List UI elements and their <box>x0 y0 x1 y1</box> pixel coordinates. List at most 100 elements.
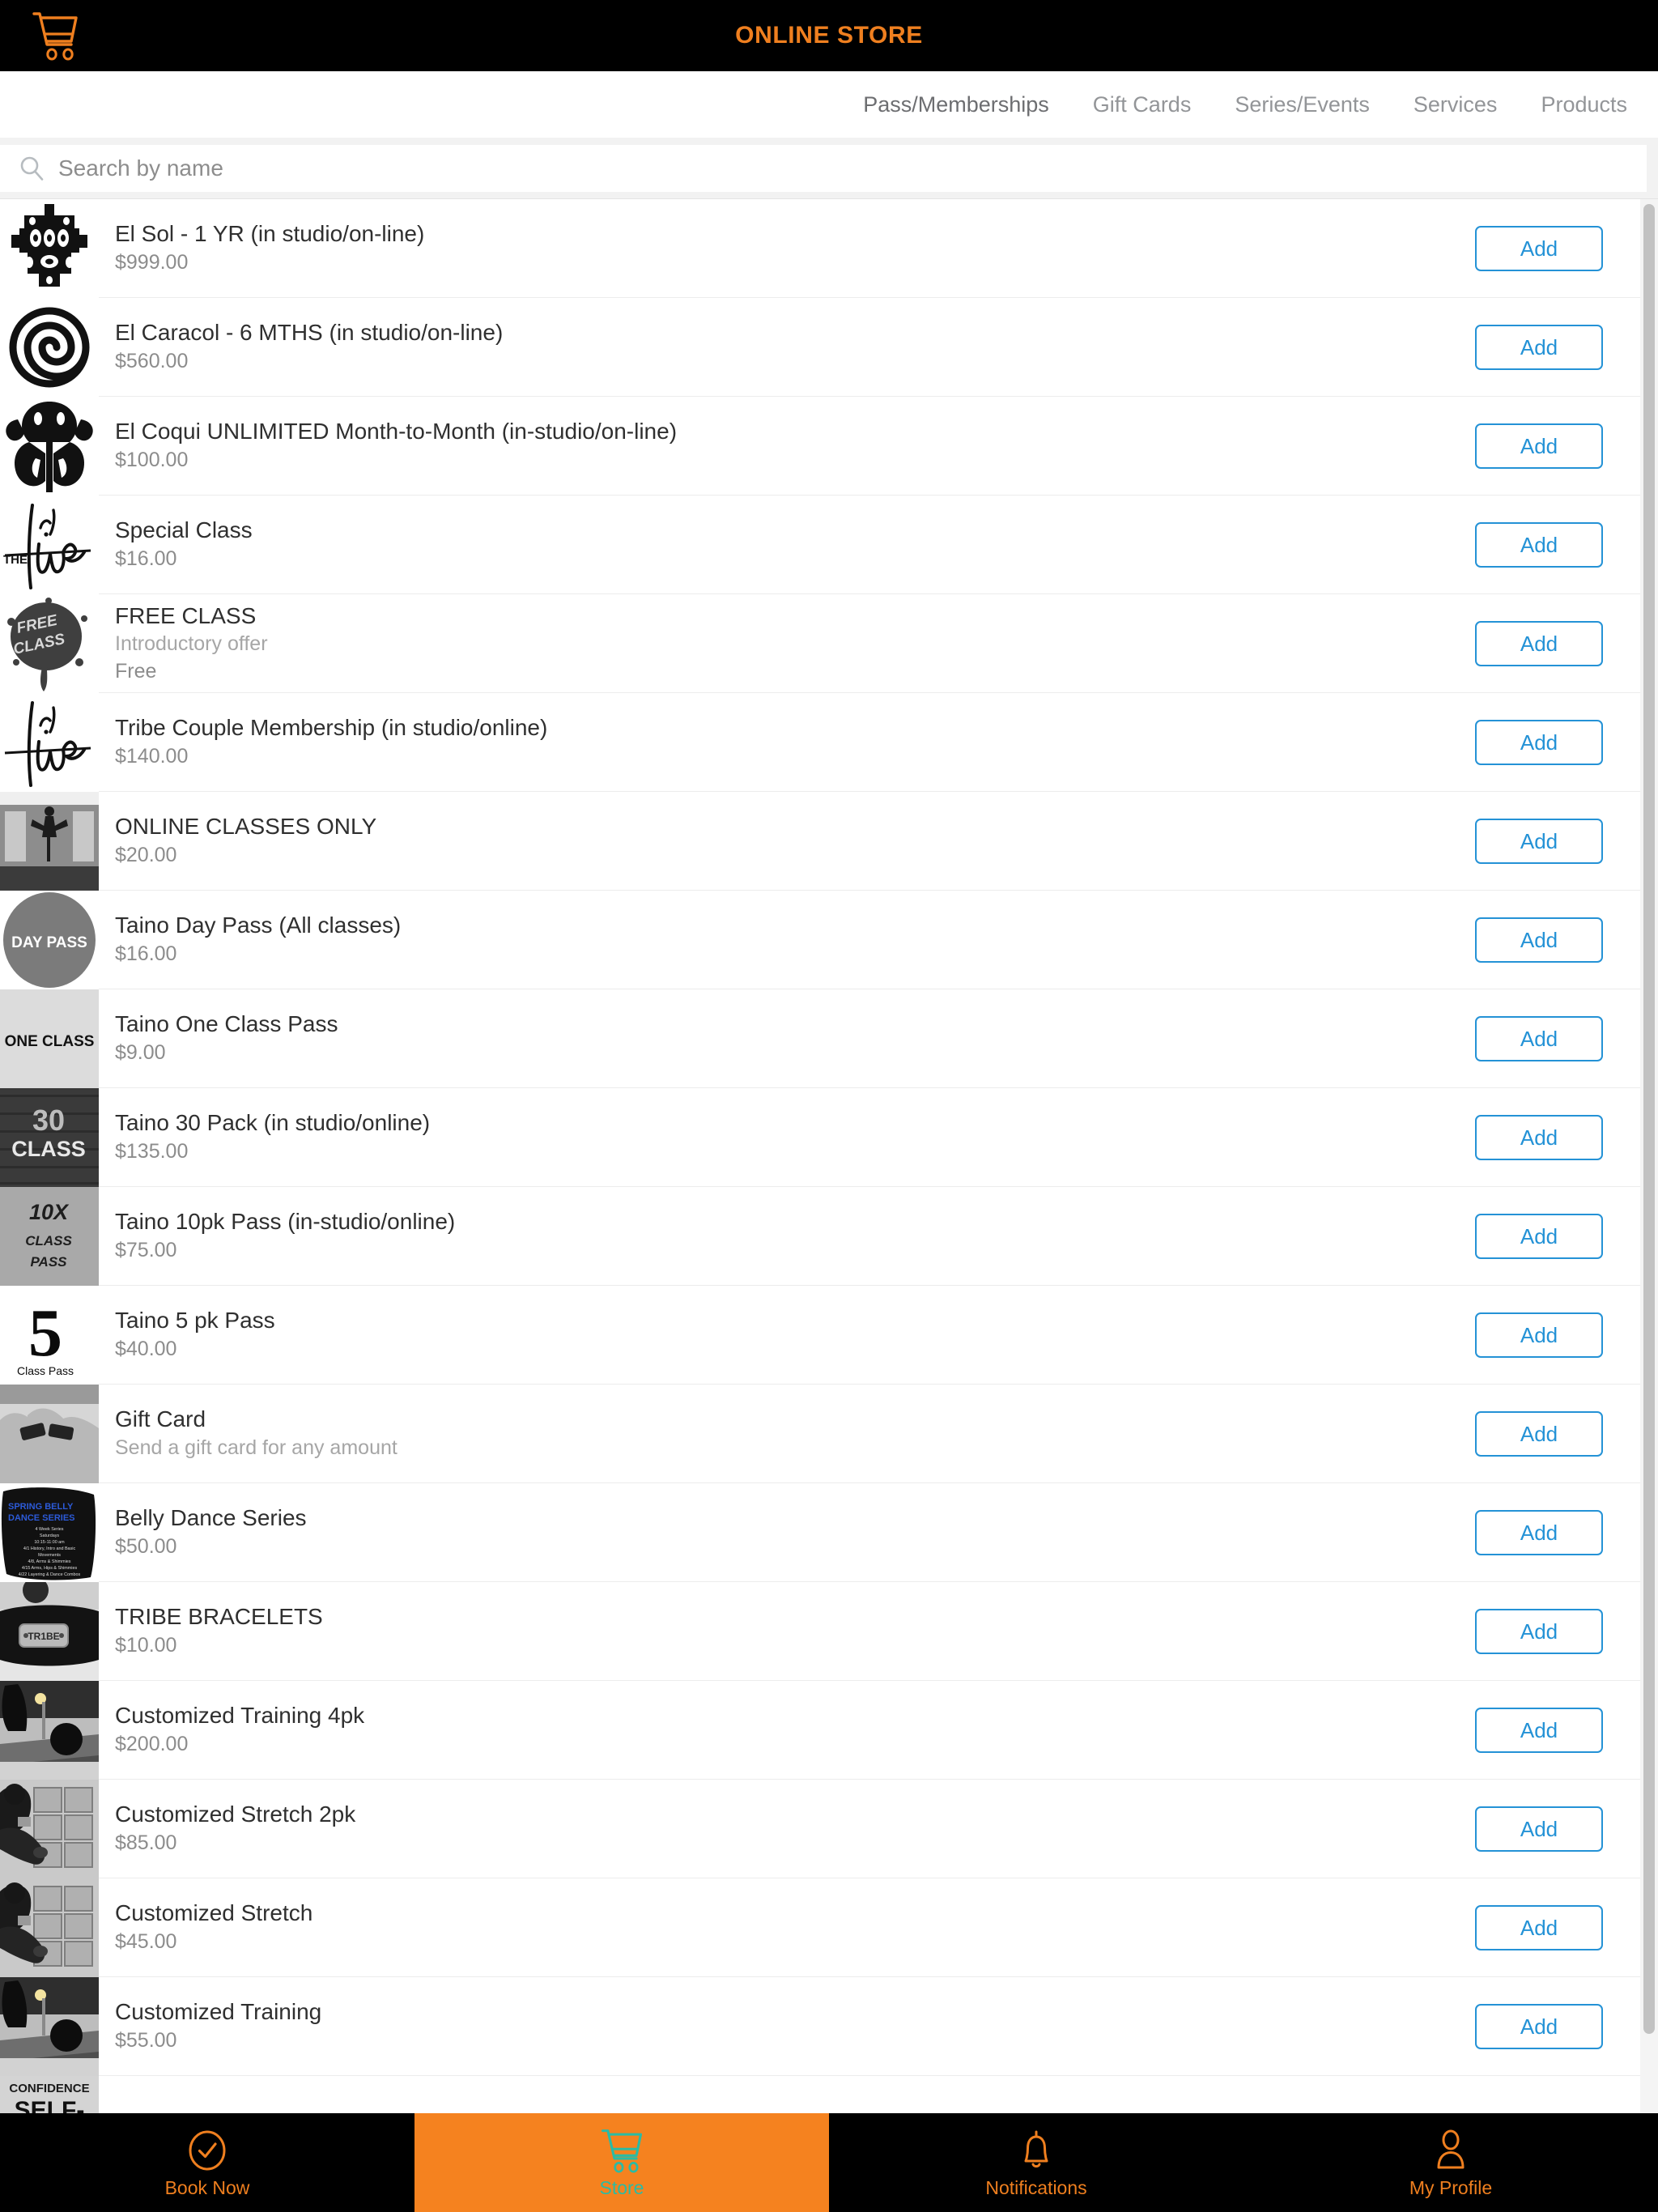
product-row[interactable]: Tribe Couple Membership (in studio/onlin… <box>0 693 1640 792</box>
tab-products[interactable]: Products <box>1541 92 1627 117</box>
product-row[interactable]: Customized Training 4pk $200.00 Add <box>0 1681 1640 1780</box>
add-to-cart-button[interactable]: Add <box>1475 620 1603 666</box>
svg-text:4 Week Series: 4 Week Series <box>36 1527 64 1532</box>
product-title: El Sol - 1 YR (in studio/on-line) <box>115 221 425 247</box>
product-row[interactable]: CONFIDENCESELF-DEFENSE <box>0 2076 1640 2113</box>
add-to-cart-button[interactable]: Add <box>1475 1608 1603 1654</box>
add-to-cart-button[interactable]: Add <box>1475 423 1603 469</box>
bottom-tab-label: Store <box>599 2176 644 2198</box>
product-action: Add <box>1438 1878 1640 1976</box>
add-to-cart-button[interactable]: Add <box>1475 1312 1603 1358</box>
product-title: El Coqui UNLIMITED Month-to-Month (in-st… <box>115 419 678 445</box>
product-row[interactable]: Customized Training $55.00 Add <box>0 1977 1640 2076</box>
product-info: Taino Day Pass (All classes) $16.00 <box>99 891 1438 989</box>
add-to-cart-button[interactable]: Add <box>1475 917 1603 963</box>
product-row[interactable]: Customized Stretch 2pk $85.00 Add <box>0 1780 1640 1878</box>
svg-text:10X: 10X <box>29 1200 70 1224</box>
bottom-tab-label: Book Now <box>164 2176 250 2198</box>
product-action: Add <box>1438 496 1640 593</box>
product-thumbnail <box>0 792 99 891</box>
product-row[interactable]: ONLINE CLASSES ONLY $20.00 Add <box>0 792 1640 891</box>
product-list[interactable]: El Sol - 1 YR (in studio/on-line) $999.00… <box>0 199 1640 2113</box>
product-info: Tribe Couple Membership (in studio/onlin… <box>99 693 1438 791</box>
add-to-cart-button[interactable]: Add <box>1475 1114 1603 1160</box>
add-to-cart-button[interactable]: Add <box>1475 1806 1603 1852</box>
bell-icon <box>1018 2129 1054 2172</box>
product-thumbnail: 10X CLASS PASS <box>0 1187 99 1286</box>
app-header: ONLINE STORE <box>0 0 1658 71</box>
tab-gift-cards[interactable]: Gift Cards <box>1093 92 1192 117</box>
add-to-cart-button[interactable]: Add <box>1475 225 1603 271</box>
add-to-cart-button[interactable]: Add <box>1475 1509 1603 1555</box>
product-row[interactable]: Gift Card Send a gift card for any amount… <box>0 1385 1640 1483</box>
product-row[interactable]: El Sol - 1 YR (in studio/on-line) $999.00… <box>0 199 1640 298</box>
product-title: Taino 30 Pack (in studio/online) <box>115 1110 431 1136</box>
product-row[interactable]: THE Special Class $16.00 Add <box>0 496 1640 594</box>
product-title: TRIBE BRACELETS <box>115 1604 323 1630</box>
add-to-cart-button[interactable]: Add <box>1475 521 1603 568</box>
product-price: $55.00 <box>115 2029 177 2052</box>
product-price: $75.00 <box>115 1239 177 1262</box>
product-row[interactable]: Customized Stretch $45.00 Add <box>0 1878 1640 1977</box>
svg-text:Movements: Movements <box>38 1553 61 1558</box>
product-row[interactable]: ONE CLASS Taino One Class Pass $9.00 Add <box>0 989 1640 1088</box>
tab-series-events[interactable]: Series/Events <box>1235 92 1370 117</box>
add-to-cart-button[interactable]: Add <box>1475 1904 1603 1950</box>
product-price: $10.00 <box>115 1634 177 1657</box>
product-row[interactable]: TR1BE TRIBE BRACELETS $10.00 Add <box>0 1582 1640 1681</box>
product-row[interactable]: SPRING BELLY DANCE SERIES 4 Week Series Sat… <box>0 1483 1640 1582</box>
product-price: $135.00 <box>115 1140 189 1163</box>
product-title: Taino One Class Pass <box>115 1011 338 1037</box>
bottom-tab-label: Notifications <box>985 2176 1087 2198</box>
product-thumbnail <box>0 397 99 496</box>
product-title: Customized Stretch <box>115 1900 313 1926</box>
product-action: Add <box>1438 1187 1640 1285</box>
product-info: Taino 10pk Pass (in-studio/online) $75.00 <box>99 1187 1438 1285</box>
add-to-cart-button[interactable]: Add <box>1475 324 1603 370</box>
product-row[interactable]: 30 CLASS Taino 30 Pack (in studio/online) $… <box>0 1088 1640 1187</box>
bottom-tab-notifications[interactable]: Notifications <box>829 2113 1244 2212</box>
product-title: Customized Training <box>115 1999 322 2025</box>
search-bar <box>0 138 1658 199</box>
add-to-cart-button[interactable]: Add <box>1475 1410 1603 1457</box>
product-title: Gift Card <box>115 1406 206 1432</box>
svg-text:4/15 Arms, Hips & Shimmies: 4/15 Arms, Hips & Shimmies <box>22 1566 78 1571</box>
product-thumbnail: CONFIDENCESELF-DEFENSE <box>0 2076 99 2113</box>
product-row[interactable]: El Caracol - 6 MTHS (in studio/on-line) $… <box>0 298 1640 397</box>
product-row[interactable]: 10X CLASS PASS Taino 10pk Pass (in-studio/o… <box>0 1187 1640 1286</box>
product-row[interactable]: FREE CLASS FREE CLASS Introductory offer Fre… <box>0 594 1640 693</box>
add-to-cart-button[interactable]: Add <box>1475 719 1603 765</box>
product-info: TRIBE BRACELETS $10.00 <box>99 1582 1438 1680</box>
product-row[interactable]: El Coqui UNLIMITED Month-to-Month (in-st… <box>0 397 1640 496</box>
bottom-tab-my-profile[interactable]: My Profile <box>1244 2113 1658 2212</box>
add-to-cart-button[interactable]: Add <box>1475 1015 1603 1061</box>
tab-pass-memberships[interactable]: Pass/Memberships <box>863 92 1049 117</box>
shopping-cart-icon[interactable] <box>24 6 86 66</box>
product-info <box>99 2076 1438 2113</box>
product-action: Add <box>1438 989 1640 1087</box>
product-thumbnail <box>0 199 99 298</box>
product-row[interactable]: 5 Class Pass Taino 5 pk Pass $40.00 Add <box>0 1286 1640 1385</box>
bottom-tab-book-now[interactable]: Book Now <box>0 2113 414 2212</box>
add-to-cart-button[interactable]: Add <box>1475 818 1603 864</box>
product-list-container: El Sol - 1 YR (in studio/on-line) $999.00… <box>0 199 1658 2113</box>
vertical-scrollbar[interactable] <box>1640 199 1658 2113</box>
product-row[interactable]: DAY PASS Taino Day Pass (All classes) $16.… <box>0 891 1640 989</box>
scrollbar-thumb[interactable] <box>1643 204 1655 2034</box>
product-price: Free <box>115 659 157 683</box>
product-title: Customized Stretch 2pk <box>115 1802 356 1827</box>
product-action: Add <box>1438 1582 1640 1680</box>
tab-services[interactable]: Services <box>1414 92 1498 117</box>
svg-text:Class Pass: Class Pass <box>17 1364 74 1377</box>
add-to-cart-button[interactable]: Add <box>1475 1213 1603 1259</box>
check-circle-icon <box>187 2129 227 2172</box>
search-input[interactable] <box>0 144 1647 192</box>
bottom-tab-store[interactable]: Store <box>414 2113 829 2212</box>
svg-text:DANCE SERIES: DANCE SERIES <box>8 1513 75 1523</box>
add-to-cart-button[interactable]: Add <box>1475 1707 1603 1753</box>
add-to-cart-button[interactable]: Add <box>1475 2003 1603 2049</box>
product-action: Add <box>1438 1385 1640 1482</box>
shopping-cart-icon <box>599 2129 644 2173</box>
product-title: FREE CLASS <box>115 602 257 628</box>
svg-text:10:15-11:00 am: 10:15-11:00 am <box>34 1540 65 1545</box>
